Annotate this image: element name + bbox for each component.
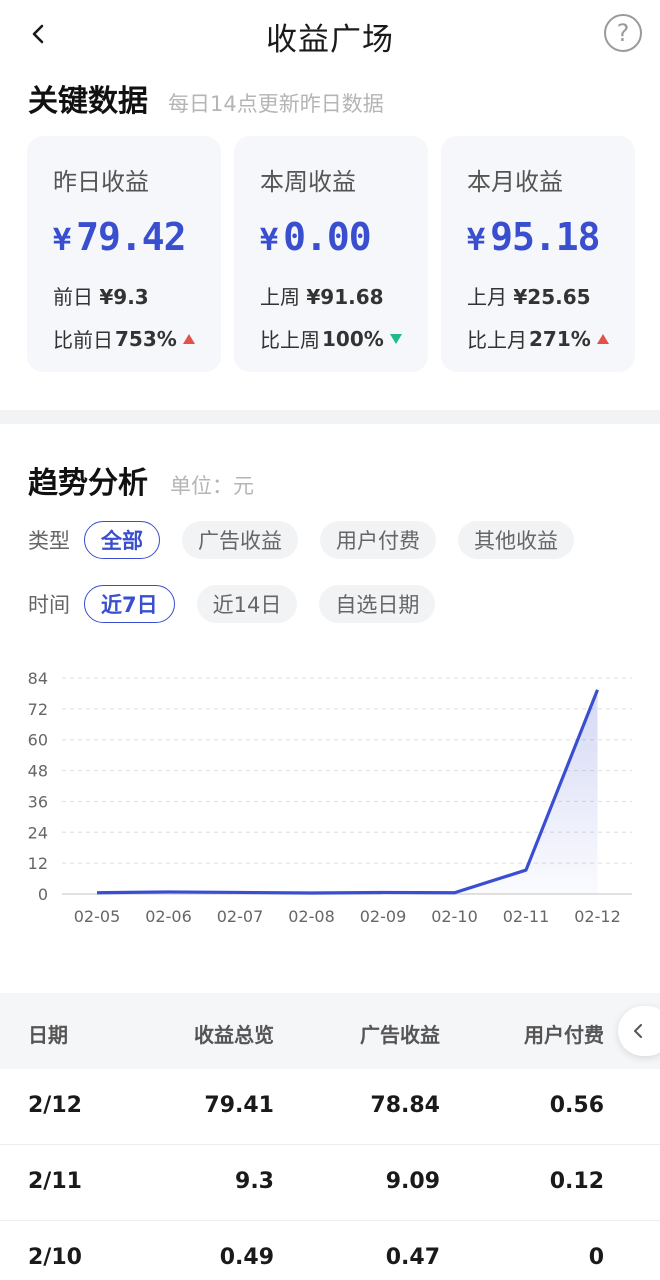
table-column-header: 广告收益 — [360, 1023, 440, 1047]
ratio-label: 比上月 — [467, 328, 527, 352]
table-cell: 79.41 — [204, 1093, 274, 1118]
type-filter-label: 类型 — [28, 529, 70, 553]
card-ratio: 比前日 753% — [53, 324, 221, 353]
x-tick-label: 02-08 — [288, 907, 335, 926]
table-cell: 0.56 — [549, 1093, 604, 1118]
page-title: 收益广场 — [266, 22, 394, 58]
card-ratio: 比上月 271% — [467, 324, 635, 353]
top-bar: 收益广场 ? — [0, 0, 660, 70]
previous-label: 上月 — [467, 285, 507, 309]
y-tick-label: 84 — [28, 669, 48, 688]
x-tick-label: 02-12 — [574, 907, 621, 926]
previous-value: ¥9.3 — [99, 285, 149, 309]
y-tick-label: 60 — [28, 731, 48, 750]
card-amount: 95.18 — [490, 215, 600, 259]
card-label: 本周收益 — [260, 168, 356, 196]
summary-card: 昨日收益 ¥79.42 前日 ¥9.3 比前日 753% — [27, 136, 221, 372]
table-cell: 2/12 — [28, 1093, 82, 1118]
table-cell: 0.47 — [385, 1245, 440, 1270]
series-area — [97, 689, 598, 894]
previous-label: 上周 — [260, 285, 300, 309]
x-tick-label: 02-06 — [145, 907, 192, 926]
y-tick-label: 72 — [28, 700, 48, 719]
table-cell: 0.12 — [549, 1169, 604, 1194]
card-amount: 0.00 — [283, 215, 372, 259]
y-tick-label: 24 — [28, 823, 48, 842]
ratio-label: 比上周 — [260, 328, 320, 352]
time-filter-chip[interactable]: 近14日 — [196, 585, 298, 623]
card-previous: 上周 ¥91.68 — [260, 281, 428, 310]
summary-cards: 昨日收益 ¥79.42 前日 ¥9.3 比前日 753% 本周收益 ¥0.00 上周 ¥91.… — [27, 136, 635, 372]
y-tick-label: 36 — [28, 792, 48, 811]
ratio-value: 271% — [529, 326, 591, 351]
table-cell: 9.09 — [385, 1169, 440, 1194]
table-column-header: 日期 — [28, 1023, 68, 1047]
key-data-title: 关键数据 — [28, 84, 148, 119]
trend-chart: 0 12 24 36 48 60 72 84 02-05 02-06 02-07 02-08 02-09… — [28, 669, 632, 926]
table-row[interactable]: 2/11 9.3 9.09 0.12 — [0, 1145, 660, 1221]
table-cell: 0 — [588, 1245, 604, 1270]
card-previous: 前日 ¥9.3 — [53, 281, 221, 310]
trend-title: 趋势分析 — [28, 466, 148, 501]
time-filter-label: 时间 — [28, 593, 70, 617]
trend-header: 趋势分析 单位：元 — [28, 458, 254, 502]
chevron-left-icon — [634, 1024, 642, 1038]
help-icon[interactable]: ? — [604, 14, 642, 52]
previous-label: 前日 — [53, 285, 93, 309]
key-data-section: 关键数据 每日14点更新昨日数据 昨日收益 ¥79.42 前日 ¥9.3 比前日 753… — [0, 70, 660, 410]
card-label: 本月收益 — [467, 168, 563, 196]
trend-up-icon — [182, 333, 195, 344]
x-tick-label: 02-05 — [74, 907, 121, 926]
table-row[interactable]: 2/10 0.49 0.47 0 — [0, 1221, 660, 1280]
summary-card: 本周收益 ¥0.00 上周 ¥91.68 比上周 100% — [234, 136, 428, 372]
table-cell: 2/11 — [28, 1169, 82, 1194]
previous-value: ¥91.68 — [306, 285, 384, 309]
time-filter-chip[interactable]: 近7日 — [84, 585, 175, 623]
key-data-subtitle: 每日14点更新昨日数据 — [168, 92, 384, 116]
type-filter-row: 类型 全部 广告收益 用户付费 其他收益 — [28, 521, 596, 559]
series-line — [96, 689, 599, 895]
previous-value: ¥25.65 — [513, 285, 591, 309]
table-row[interactable]: 2/12 79.41 78.84 0.56 — [0, 1069, 660, 1145]
x-tick-label: 02-07 — [217, 907, 264, 926]
card-ratio: 比上周 100% — [260, 324, 428, 353]
table-cell: 9.3 — [235, 1169, 274, 1194]
card-label: 昨日收益 — [53, 168, 149, 196]
type-filter-chip[interactable]: 广告收益 — [182, 521, 298, 559]
card-value: ¥95.18 — [467, 215, 635, 259]
currency-symbol: ¥ — [260, 223, 278, 258]
table-cell: 0.49 — [219, 1245, 274, 1270]
trend-unit: 单位：元 — [170, 474, 254, 498]
x-tick-label: 02-11 — [503, 907, 550, 926]
y-tick-label: 12 — [28, 854, 48, 873]
table-header: 用户付费 广告收益 收益总览 日期 — [0, 993, 660, 1069]
time-filter-row: 时间 近7日 近14日 自选日期 — [28, 585, 457, 623]
section-divider — [0, 410, 660, 424]
time-filter-chip[interactable]: 自选日期 — [319, 585, 436, 623]
trend-down-icon — [389, 333, 402, 344]
table-column-header: 收益总览 — [194, 1023, 274, 1047]
ratio-value: 100% — [322, 326, 384, 351]
trend-up-icon — [596, 333, 609, 344]
card-previous: 上月 ¥25.65 — [467, 281, 635, 310]
ratio-label: 比前日 — [53, 328, 113, 352]
collapse-button[interactable] — [618, 1006, 660, 1056]
summary-card: 本月收益 ¥95.18 上月 ¥25.65 比上月 271% — [441, 136, 635, 372]
table-column-header: 用户付费 — [524, 1023, 604, 1047]
card-amount: 79.42 — [76, 215, 186, 259]
type-filter-chip[interactable]: 用户付费 — [320, 521, 436, 559]
y-tick-label: 0 — [38, 885, 48, 904]
table-cell: 78.84 — [370, 1093, 440, 1118]
card-value: ¥79.42 — [53, 215, 221, 259]
y-tick-label: 48 — [28, 762, 48, 781]
currency-symbol: ¥ — [53, 223, 71, 258]
x-tick-label: 02-09 — [360, 907, 407, 926]
card-value: ¥0.00 — [260, 215, 428, 259]
type-filter-chip[interactable]: 其他收益 — [458, 521, 574, 559]
type-filter-chip[interactable]: 全部 — [84, 521, 160, 559]
currency-symbol: ¥ — [467, 223, 485, 258]
ratio-value: 753% — [115, 326, 177, 351]
table-cell: 2/10 — [28, 1245, 82, 1270]
x-tick-label: 02-10 — [431, 907, 478, 926]
